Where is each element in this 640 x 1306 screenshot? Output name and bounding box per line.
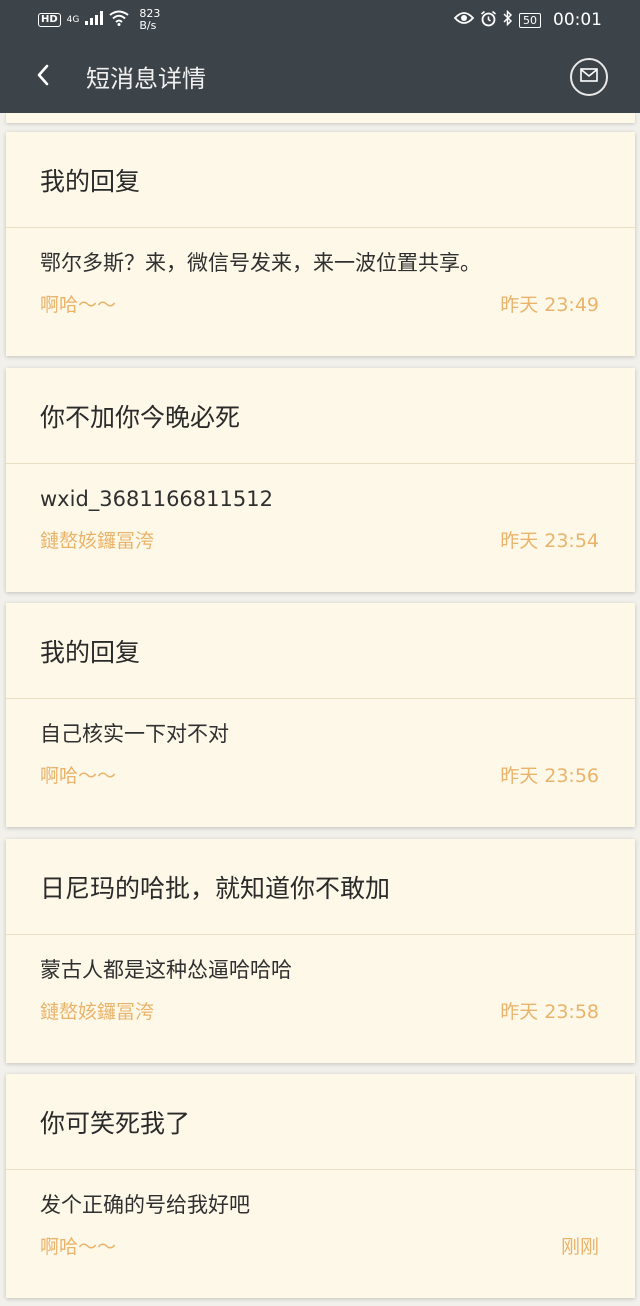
message-time: 昨天 23:56 (500, 765, 599, 787)
page-title: 短消息详情 (86, 65, 206, 93)
message-sender: 鏈嶅姟鑼冨洿 (40, 530, 155, 552)
network-type: 4G (66, 15, 80, 25)
message-title: 我的回复 (6, 132, 635, 228)
message-title: 你不加你今晚必死 (6, 368, 635, 464)
message-list[interactable]: 我的回复 鄂尔多斯？来，微信号发来，来一波位置共享。 啊哈～～ 昨天 23:49… (0, 113, 640, 1306)
title-bar: 短消息详情 (0, 40, 640, 113)
message-time: 昨天 23:58 (500, 1001, 599, 1023)
message-text: wxid_3681166811512 (40, 487, 273, 511)
message-meta: 鏈嶅姟鑼冨洿 昨天 23:58 (40, 997, 601, 1024)
status-right: 50 00:01 (453, 9, 602, 31)
message-meta: 啊哈～～ 昨天 23:56 (40, 761, 601, 788)
message-text: 鄂尔多斯？来，微信号发来，来一波位置共享。 (40, 251, 481, 275)
message-meta: 啊哈～～ 昨天 23:49 (40, 290, 601, 317)
alarm-icon (480, 10, 497, 31)
signal-icon (85, 11, 104, 29)
message-title: 日尼玛的哈批，就知道你不敢加 (6, 839, 635, 935)
message-card[interactable]: 你不加你今晚必死 wxid_3681166811512 鏈嶅姟鑼冨洿 昨天 23… (6, 368, 635, 592)
message-sender: 啊哈～～ (40, 765, 117, 787)
message-card[interactable]: 我的回复 鄂尔多斯？来，微信号发来，来一波位置共享。 啊哈～～ 昨天 23:49 (6, 132, 635, 356)
message-meta: 啊哈～～ 刚刚 (40, 1232, 601, 1259)
message-meta: 鏈嶅姟鑼冨洿 昨天 23:54 (40, 526, 601, 553)
back-button[interactable] (0, 40, 86, 113)
message-text: 蒙古人都是这种怂逼哈哈哈 (40, 958, 292, 982)
hd-badge: HD (38, 13, 61, 27)
previous-card-edge (6, 113, 635, 123)
eye-icon (453, 11, 475, 29)
message-sender: 啊哈～～ (40, 294, 117, 316)
message-body: wxid_3681166811512 鏈嶅姟鑼冨洿 昨天 23:54 (6, 464, 635, 553)
speed-unit: B/s (139, 19, 157, 32)
message-card[interactable]: 你可笑死我了 发个正确的号给我好吧 啊哈～～ 刚刚 (6, 1074, 635, 1298)
status-left: HD 4G 823 B/s (38, 8, 160, 32)
mail-button[interactable] (570, 57, 608, 96)
wifi-icon (109, 10, 129, 30)
status-time: 00:01 (553, 10, 602, 30)
chevron-left-icon (36, 64, 50, 90)
status-bar: HD 4G 823 B/s 50 00:01 (0, 0, 640, 40)
message-title: 你可笑死我了 (6, 1074, 635, 1170)
message-card[interactable]: 日尼玛的哈批，就知道你不敢加 蒙古人都是这种怂逼哈哈哈 鏈嶅姟鑼冨洿 昨天 23… (6, 839, 635, 1063)
message-text: 发个正确的号给我好吧 (40, 1193, 250, 1217)
message-text: 自己核实一下对不对 (40, 722, 229, 746)
envelope-icon (580, 67, 598, 86)
message-body: 发个正确的号给我好吧 啊哈～～ 刚刚 (6, 1170, 635, 1259)
message-time: 刚刚 (560, 1236, 599, 1258)
bluetooth-icon (503, 9, 513, 30)
message-sender: 啊哈～～ (40, 1236, 117, 1258)
message-sender: 鏈嶅姟鑼冨洿 (40, 1001, 155, 1023)
network-speed: 823 B/s (139, 8, 160, 32)
message-title: 我的回复 (6, 603, 635, 699)
message-body: 鄂尔多斯？来，微信号发来，来一波位置共享。 啊哈～～ 昨天 23:49 (6, 228, 635, 317)
battery-indicator: 50 (519, 12, 541, 28)
message-card[interactable]: 我的回复 自己核实一下对不对 啊哈～～ 昨天 23:56 (6, 603, 635, 827)
message-body: 自己核实一下对不对 啊哈～～ 昨天 23:56 (6, 699, 635, 788)
message-time: 昨天 23:49 (500, 294, 599, 316)
message-body: 蒙古人都是这种怂逼哈哈哈 鏈嶅姟鑼冨洿 昨天 23:58 (6, 935, 635, 1024)
message-time: 昨天 23:54 (500, 530, 599, 552)
